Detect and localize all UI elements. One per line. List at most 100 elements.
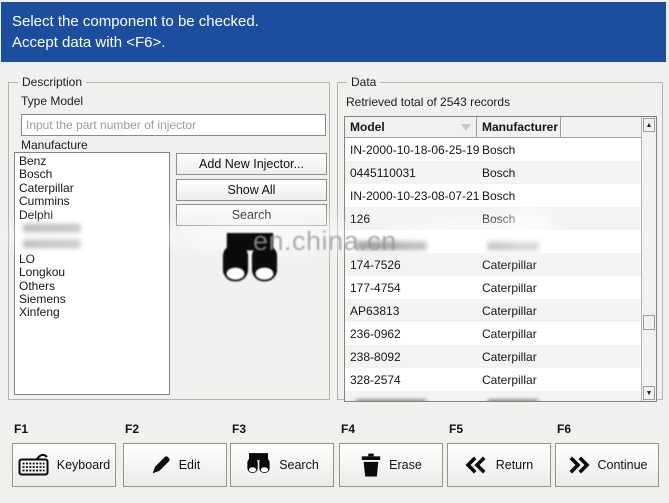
description-groupbox: Description Type Model Manufacture BenzB… [8, 82, 330, 400]
edit-button[interactable]: Edit [123, 443, 227, 487]
list-item[interactable]: Longkou [15, 266, 169, 279]
table-row[interactable]: 174-7526Caterpillar [345, 253, 641, 276]
cell-manufacturer: Caterpillar [477, 345, 641, 368]
manufacture-label: Manufacture [21, 138, 88, 152]
fkey-label: F3 [232, 422, 334, 436]
pencil-icon [150, 454, 172, 476]
sort-triangle-icon [461, 124, 471, 131]
cell-model: 174-7526 [345, 253, 477, 276]
data-table: Model Manufacturer IN-2000-10-18-06-25-1… [344, 116, 657, 402]
column-header-empty [561, 117, 641, 137]
table-row[interactable] [345, 391, 641, 402]
table-row[interactable]: 0445110031Bosch [345, 161, 641, 184]
list-item[interactable]: Delphi [15, 209, 169, 222]
fkey-label: F1 [14, 422, 116, 436]
erase-button[interactable]: Erase [339, 443, 443, 487]
column-header-manufacturer[interactable]: Manufacturer [477, 117, 561, 137]
manufacture-listbox[interactable]: BenzBoschCaterpillarCumminsDelphi LOLongk… [14, 152, 170, 395]
double-chevron-left-icon [465, 456, 489, 474]
list-item[interactable]: Cummins [15, 195, 169, 208]
cell-model: 328-2574 [345, 368, 477, 391]
cell-model: 238-8092 [345, 345, 477, 368]
list-item[interactable]: Bosch [15, 168, 169, 181]
table-row[interactable]: 328-2574Caterpillar [345, 368, 641, 391]
table-row[interactable] [345, 230, 641, 253]
list-item[interactable]: Benz [15, 155, 169, 168]
fbtn-label: Erase [389, 458, 422, 472]
list-item[interactable]: Caterpillar [15, 182, 169, 195]
table-row[interactable]: 236-0962Caterpillar [345, 322, 641, 345]
list-item[interactable] [15, 224, 169, 237]
search-button[interactable]: Search [230, 443, 334, 487]
type-model-input[interactable] [21, 114, 326, 136]
fbtn-label: Keyboard [57, 458, 111, 472]
fbtn-label: Edit [179, 458, 201, 472]
data-group-label: Data [347, 75, 380, 89]
fkey-label: F5 [449, 422, 551, 436]
cell-manufacturer: Caterpillar [477, 368, 641, 391]
search-button[interactable]: Search [176, 204, 327, 226]
table-row[interactable]: AP63813Caterpillar [345, 299, 641, 322]
table-row[interactable]: IN-2000-10-18-06-25-19Bosch [345, 138, 641, 161]
cell-manufacturer: Caterpillar [477, 299, 641, 322]
type-model-label: Type Model [21, 94, 83, 108]
list-item[interactable]: LO [15, 253, 169, 266]
cell-manufacturer: Bosch [477, 207, 641, 230]
table-header-row: Model Manufacturer [345, 117, 641, 138]
list-item[interactable]: Others [15, 280, 169, 293]
obscured-text [355, 241, 427, 250]
cell-model: 236-0962 [345, 322, 477, 345]
data-groupbox: Data Retrieved total of 2543 records Mod… [337, 82, 663, 400]
fbtn-label: Search [279, 458, 319, 472]
keyboard-icon [18, 453, 50, 477]
table-row[interactable]: 126Bosch [345, 207, 641, 230]
keyboard-button[interactable]: Keyboard [12, 443, 116, 487]
instruction-banner: Select the component to be checked. Acce… [1, 2, 666, 62]
window: Select the component to be checked. Acce… [0, 0, 669, 503]
function-toolbar: F1KeyboardF2EditF3SearchF4EraseF5ReturnF… [0, 420, 669, 500]
fkey-group: F2Edit [123, 420, 227, 490]
cell-manufacturer: Caterpillar [477, 253, 641, 276]
cell-manufacturer: Bosch [477, 138, 641, 161]
cell-manufacturer [477, 230, 641, 253]
cell-manufacturer: Caterpillar [477, 276, 641, 299]
scrollbar-thumb[interactable] [643, 315, 655, 330]
add-new-injector-button[interactable]: Add New Injector... [176, 153, 327, 175]
cell-model: IN-2000-10-18-06-25-19 [345, 138, 477, 161]
cell-manufacturer: Bosch [477, 184, 641, 207]
description-group-label: Description [18, 75, 86, 89]
cell-model: IN-2000-10-23-08-07-21 [345, 184, 477, 207]
continue-button[interactable]: Continue [555, 443, 659, 487]
cell-manufacturer: Bosch [477, 161, 641, 184]
list-item[interactable]: Xinfeng [15, 306, 169, 319]
banner-line-1: Select the component to be checked. [12, 11, 666, 32]
return-button[interactable]: Return [447, 443, 551, 487]
scroll-down-icon[interactable]: ▼ [643, 386, 655, 400]
double-chevron-right-icon [566, 456, 590, 474]
fkey-group: F6 Continue [555, 420, 659, 490]
cell-model: 0445110031 [345, 161, 477, 184]
table-row[interactable]: IN-2000-10-23-08-07-21Bosch [345, 184, 641, 207]
fkey-group: F4 Erase [339, 420, 443, 490]
trash-icon [360, 453, 382, 478]
column-header-model[interactable]: Model [345, 117, 477, 137]
cell-model: 126 [345, 207, 477, 230]
vertical-scrollbar[interactable]: ▲ ▼ [641, 117, 656, 401]
list-item[interactable] [15, 239, 169, 252]
obscured-text [355, 400, 427, 402]
scroll-up-icon[interactable]: ▲ [643, 118, 655, 132]
cell-manufacturer [477, 391, 641, 402]
table-row[interactable]: 177-4754Caterpillar [345, 276, 641, 299]
obscured-text [487, 241, 539, 250]
fkey-group: F1 Keyboard [12, 420, 116, 490]
obscured-text [23, 224, 81, 233]
fkey-label: F4 [341, 422, 443, 436]
list-item[interactable]: Siemens [15, 293, 169, 306]
cell-model [345, 230, 477, 253]
cell-model: AP63813 [345, 299, 477, 322]
table-row[interactable]: 238-8092Caterpillar [345, 345, 641, 368]
show-all-button[interactable]: Show All [176, 179, 327, 201]
fkey-label: F6 [557, 422, 659, 436]
fkey-group: F5 Return [447, 420, 551, 490]
fbtn-label: Return [496, 458, 534, 472]
